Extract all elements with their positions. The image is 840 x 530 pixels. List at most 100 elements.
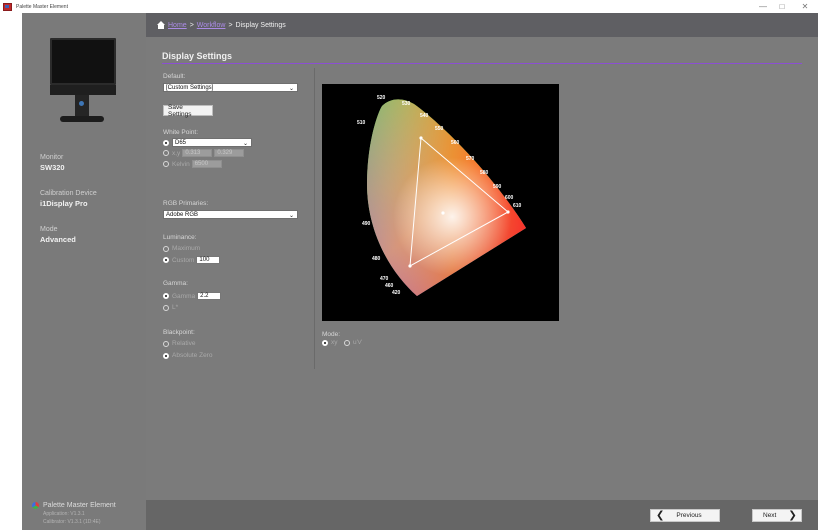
- luminance-input[interactable]: 100: [196, 256, 221, 264]
- diagram-mode-uv-option[interactable]: u'v': [344, 339, 362, 346]
- wl-570: 570: [466, 156, 475, 162]
- next-button[interactable]: Next ❯: [752, 509, 802, 522]
- gamma-value-radio[interactable]: [163, 293, 169, 299]
- default-select-value: [Custom Settings]: [166, 84, 214, 91]
- wl-460: 460: [385, 283, 394, 289]
- diagram-mode-xy-option[interactable]: xy: [322, 339, 338, 346]
- breadcrumb-separator: >: [228, 21, 233, 29]
- next-label: Next: [763, 512, 777, 519]
- blackpoint-absolute-option[interactable]: Absolute Zero: [163, 352, 212, 359]
- blackpoint-relative-option[interactable]: Relative: [163, 340, 195, 347]
- blackpoint-relative-label: Relative: [172, 340, 196, 347]
- blackpoint-absolute-radio[interactable]: [163, 352, 169, 359]
- gamma-lstar-option[interactable]: L*: [163, 304, 178, 311]
- close-button[interactable]: ✕: [794, 0, 816, 13]
- luminance-custom-option[interactable]: Custom 100: [163, 256, 221, 264]
- breadcrumb-current: Display Settings: [235, 21, 286, 29]
- save-settings-button[interactable]: Save Settings: [163, 104, 213, 118]
- chevron-down-icon: ⌄: [288, 86, 294, 92]
- xy-label: x,y: [172, 149, 181, 157]
- monitor-label: Monitor: [40, 154, 64, 161]
- white-point-kelvin-option[interactable]: Kelvin 6500: [163, 160, 222, 168]
- wl-490: 490: [362, 221, 371, 227]
- breadcrumb: Home > Workflow > Display Settings: [146, 13, 818, 37]
- white-point-kelvin-radio[interactable]: [163, 161, 169, 167]
- breadcrumb-workflow[interactable]: Workflow: [197, 22, 226, 29]
- breadcrumb-home[interactable]: Home: [168, 22, 187, 29]
- main-content: Display Settings Default: [Custom Settin…: [146, 37, 818, 500]
- previous-button[interactable]: ❮ Previous: [650, 509, 720, 522]
- title-divider: [162, 63, 802, 64]
- xy-x-input[interactable]: 0.313: [182, 149, 213, 157]
- arrow-left-icon: ❮: [656, 510, 665, 521]
- gamma-label: Gamma:: [163, 280, 188, 287]
- kelvin-input[interactable]: 6500: [191, 160, 222, 168]
- page-title: Display Settings: [162, 51, 233, 61]
- gamma-value-option[interactable]: Gamma 2.2: [163, 292, 222, 300]
- previous-label: Previous: [676, 512, 702, 519]
- sidebar: Monitor SW320 Calibration Device i1Displ…: [22, 13, 146, 530]
- wl-470: 470: [380, 276, 389, 282]
- luminance-custom-radio[interactable]: [163, 257, 169, 263]
- white-point-select-value: D65: [175, 139, 187, 146]
- device-label: Calibration Device: [40, 190, 97, 197]
- gamma-option-label: Gamma: [172, 292, 196, 300]
- primary-green-point: [419, 136, 423, 140]
- luminance-custom-label: Custom: [172, 256, 195, 264]
- device-info: Calibration Device i1Display Pro: [40, 190, 97, 208]
- luminance-max-option[interactable]: Maximum: [163, 245, 200, 252]
- default-select[interactable]: [Custom Settings] ⌄: [163, 83, 298, 92]
- wl-550: 550: [435, 126, 444, 132]
- calibrator-version: Calibrator: V1.3.1 (1D:4E): [43, 519, 101, 525]
- wl-540: 540: [420, 113, 429, 119]
- white-point-xy-option[interactable]: x,y 0.313 0.329: [163, 149, 245, 157]
- white-point-preset-radio[interactable]: [163, 139, 169, 146]
- chromaticity-diagram: 520 530 540 550 560 570 580 590 600 610 …: [322, 84, 559, 321]
- gamma-lstar-radio[interactable]: [163, 304, 169, 311]
- wl-600: 600: [505, 195, 514, 201]
- wl-560: 560: [451, 140, 460, 146]
- home-icon[interactable]: [157, 21, 165, 29]
- column-divider: [314, 68, 315, 369]
- arrow-right-icon: ❯: [788, 510, 797, 521]
- gamma-lstar-label: L*: [172, 304, 179, 311]
- white-point-xy-radio[interactable]: [163, 150, 169, 156]
- blackpoint-relative-radio[interactable]: [163, 340, 169, 347]
- window-titlebar: Palette Master Element — □ ✕: [0, 0, 840, 13]
- wl-510: 510: [357, 120, 366, 126]
- app-frame: Monitor SW320 Calibration Device i1Displ…: [22, 13, 818, 530]
- app-icon: [3, 2, 12, 11]
- kelvin-label: Kelvin: [172, 160, 190, 168]
- window-title: Palette Master Element: [16, 3, 68, 10]
- mode-xy-radio[interactable]: [322, 339, 328, 346]
- mode-value: Advanced: [40, 235, 76, 244]
- rgb-primaries-value: Adobe RGB: [166, 211, 199, 218]
- default-label: Default:: [163, 73, 186, 80]
- wl-590: 590: [493, 184, 502, 190]
- rgb-primaries-select[interactable]: Adobe RGB ⌄: [163, 210, 298, 219]
- xy-y-input[interactable]: 0.329: [214, 149, 245, 157]
- monitor-info: Monitor SW320: [40, 154, 65, 172]
- app-version: Application: V1.3.1: [43, 511, 85, 517]
- maximize-button[interactable]: □: [771, 0, 793, 13]
- gamma-input[interactable]: 2.2: [197, 292, 222, 300]
- mode-uv-radio[interactable]: [344, 339, 350, 346]
- diagram-mode-label: Mode:: [322, 331, 341, 338]
- primary-red-point: [506, 210, 510, 214]
- white-point-select[interactable]: D65 ⌄: [172, 138, 252, 147]
- footer-bar: ❮ Previous Next ❯: [146, 500, 818, 530]
- wl-580: 580: [480, 170, 489, 176]
- wl-520: 520: [377, 95, 386, 101]
- white-point-preset-option[interactable]: D65 ⌄: [163, 138, 252, 147]
- rgb-primaries-label: RGB Primaries:: [163, 200, 209, 207]
- breadcrumb-separator: >: [189, 21, 194, 29]
- device-value: i1Display Pro: [40, 199, 88, 208]
- wl-610: 610: [513, 203, 522, 209]
- chevron-down-icon: ⌄: [242, 141, 248, 147]
- wl-420: 420: [392, 290, 401, 296]
- luminance-label: Luminance:: [163, 234, 197, 241]
- app-name: Palette Master Element: [43, 502, 116, 509]
- app-logo: Palette Master Element: [32, 502, 116, 509]
- mode-label: Mode: [40, 226, 58, 233]
- luminance-max-radio[interactable]: [163, 245, 169, 252]
